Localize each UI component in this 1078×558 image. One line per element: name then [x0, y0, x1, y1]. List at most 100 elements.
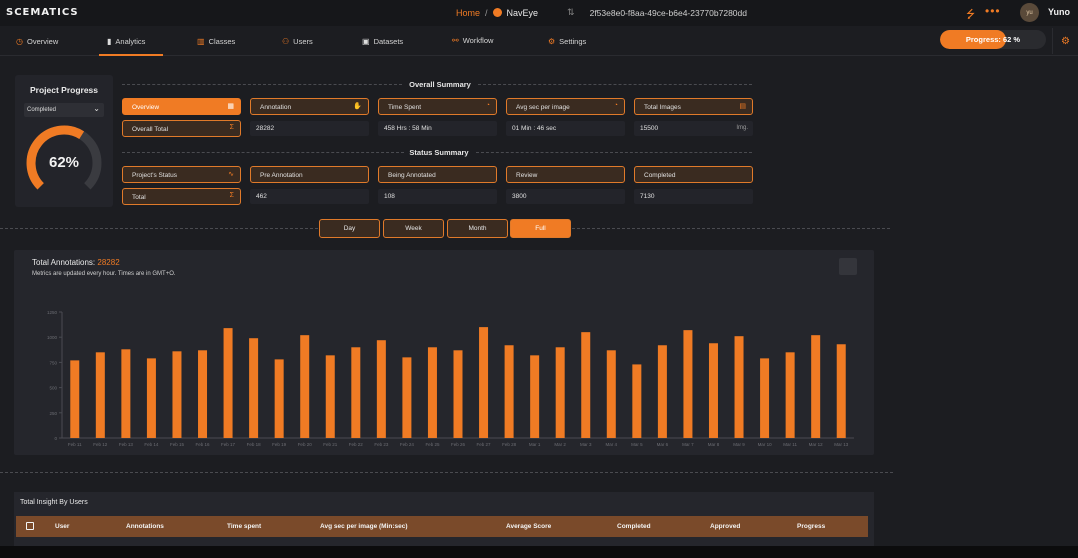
x-tick-label: Feb 25	[425, 442, 440, 447]
chart-bar	[121, 349, 131, 438]
x-tick-label: Mar 6	[657, 442, 669, 447]
column-header-time-spent[interactable]: Time spent	[227, 523, 261, 530]
x-tick-label: Mar 11	[783, 442, 797, 447]
y-tick-label: 750	[49, 360, 57, 365]
tab-settings[interactable]: ⚙ Settings	[548, 37, 586, 46]
period-full-button[interactable]: Full	[510, 219, 571, 238]
x-tick-label: Mar 7	[682, 442, 694, 447]
being-annotated-chip[interactable]: Being Annotated	[378, 166, 497, 183]
swap-project-icon[interactable]: ⇅	[567, 7, 575, 18]
gauge-percent: 62%	[49, 154, 79, 171]
completed-chip[interactable]: Completed	[634, 166, 753, 183]
workflow-icon: ⚯	[452, 36, 459, 45]
breadcrumb-home-link[interactable]: Home	[456, 8, 480, 18]
settings-gear-icon[interactable]: ⚙	[1052, 28, 1078, 54]
period-month-button[interactable]: Month	[447, 219, 508, 238]
app-logo[interactable]: SCEMATICS	[6, 7, 79, 18]
period-day-button[interactable]: Day	[319, 219, 380, 238]
wave-icon: ∿	[228, 171, 234, 178]
bar-chart-icon: ▮	[107, 37, 112, 46]
project-progress-card: Project Progress Completed ⌄ 62%	[15, 75, 113, 207]
chart-bar	[530, 355, 540, 438]
divider	[0, 228, 318, 229]
chart-bar	[581, 332, 591, 438]
column-header-annotations[interactable]: Annotations	[126, 523, 164, 530]
more-options-icon[interactable]: •••	[985, 4, 1001, 18]
chart-bar	[708, 343, 718, 438]
chip-label: Overview	[132, 104, 160, 111]
y-tick-label: 250	[49, 411, 57, 416]
chart-bar	[555, 347, 565, 438]
project-name[interactable]: NavEye	[507, 8, 539, 18]
tab-classes[interactable]: ▥ Classes	[197, 37, 235, 46]
chip-label: Time Spent	[388, 104, 421, 111]
x-tick-label: Feb 17	[221, 442, 236, 447]
analytics-page: SCEMATICS Home / NavEye ⇅ 2f53e8e0-f8aa-…	[0, 0, 1078, 558]
share-icon[interactable]: ⭍	[966, 6, 975, 25]
total-images-chip[interactable]: Total Images ▤	[634, 98, 753, 115]
column-header-avg-sec[interactable]: Avg sec per image (Min:sec)	[320, 523, 408, 530]
total-chip[interactable]: Total Σ	[122, 188, 241, 205]
chart-bar	[504, 345, 514, 438]
project-icon	[492, 8, 502, 17]
column-header-user[interactable]: User	[55, 523, 69, 530]
avatar[interactable]: yu	[1020, 3, 1039, 22]
overview-chip[interactable]: Overview ▦	[122, 98, 241, 115]
overall-total-chip[interactable]: Overall Total Σ	[122, 120, 241, 137]
sigma-icon: Σ	[229, 192, 234, 199]
x-tick-label: Mar 3	[580, 442, 592, 447]
user-name[interactable]: Yuno	[1048, 7, 1070, 17]
pre-annotation-value: 462	[250, 189, 369, 204]
chart-bar	[657, 345, 667, 438]
chart-bar	[172, 351, 182, 438]
tab-overview[interactable]: ◷ Overview	[16, 37, 58, 46]
chip-label: Overall Total	[132, 126, 169, 133]
project-id: 2f53e8e0-f8aa-49ce-b6e4-23770b7280dd	[589, 7, 747, 18]
nav-tabs: ◷ Overview ▮ Analytics ▥ Classes ⚇ Users ▣ Da…	[0, 28, 1078, 56]
progress-indicator: Progress: 62 %	[940, 30, 1046, 49]
x-tick-label: Feb 26	[451, 442, 466, 447]
project-status-chip[interactable]: Project's Status ∿	[122, 166, 241, 183]
x-tick-label: Feb 15	[170, 442, 185, 447]
column-header-average-score[interactable]: Average Score	[506, 523, 551, 530]
column-header-approved[interactable]: Approved	[710, 523, 740, 530]
project-progress-title: Project Progress	[29, 85, 99, 95]
tab-datasets[interactable]: ▣ Datasets	[362, 37, 403, 46]
period-week-button[interactable]: Week	[383, 219, 444, 238]
completed-value: 7130	[634, 189, 753, 204]
pre-annotation-chip[interactable]: Pre Annotation	[250, 166, 369, 183]
x-tick-label: Feb 11	[68, 442, 82, 447]
insight-table-panel: Total Insight By Users User Annotations …	[14, 492, 874, 550]
status-select[interactable]: Completed ⌄	[24, 103, 104, 117]
breadcrumb-separator: /	[485, 7, 488, 18]
x-tick-label: Feb 13	[119, 442, 134, 447]
insight-table-title: Total Insight By Users	[20, 499, 88, 506]
x-tick-label: Mar 12	[809, 442, 824, 447]
x-tick-label: Mar 9	[733, 442, 745, 447]
annotation-chip[interactable]: Annotation ✋	[250, 98, 369, 115]
status-summary-title: Status Summary	[409, 148, 469, 157]
chart-bar	[376, 340, 386, 438]
chart-bar	[427, 347, 437, 438]
x-tick-label: Feb 16	[196, 442, 211, 447]
review-chip[interactable]: Review	[506, 166, 625, 183]
x-tick-label: Mar 1	[529, 442, 541, 447]
column-header-progress[interactable]: Progress	[797, 523, 825, 530]
chip-label: Completed	[644, 172, 676, 179]
tab-users[interactable]: ⚇ Users	[282, 37, 313, 46]
chart-bar	[351, 347, 361, 438]
overall-summary-title: Overall Summary	[409, 80, 471, 89]
tab-workflow[interactable]: ⚯ Workflow	[452, 36, 493, 45]
tab-analytics[interactable]: ▮ Analytics	[98, 37, 165, 56]
being-annotated-value: 108	[378, 189, 497, 204]
column-header-completed[interactable]: Completed	[617, 523, 651, 530]
avg-sec-chip[interactable]: Avg sec per image ◔	[506, 98, 625, 115]
select-all-checkbox[interactable]	[26, 522, 34, 530]
divider	[572, 228, 890, 229]
chart-bar	[95, 352, 105, 438]
tab-label: Analytics	[115, 37, 146, 46]
time-spent-chip[interactable]: Time Spent ◔	[378, 98, 497, 115]
tab-label: Settings	[559, 37, 587, 46]
x-tick-label: Feb 14	[144, 442, 159, 447]
image-icon: ▣	[362, 37, 370, 46]
